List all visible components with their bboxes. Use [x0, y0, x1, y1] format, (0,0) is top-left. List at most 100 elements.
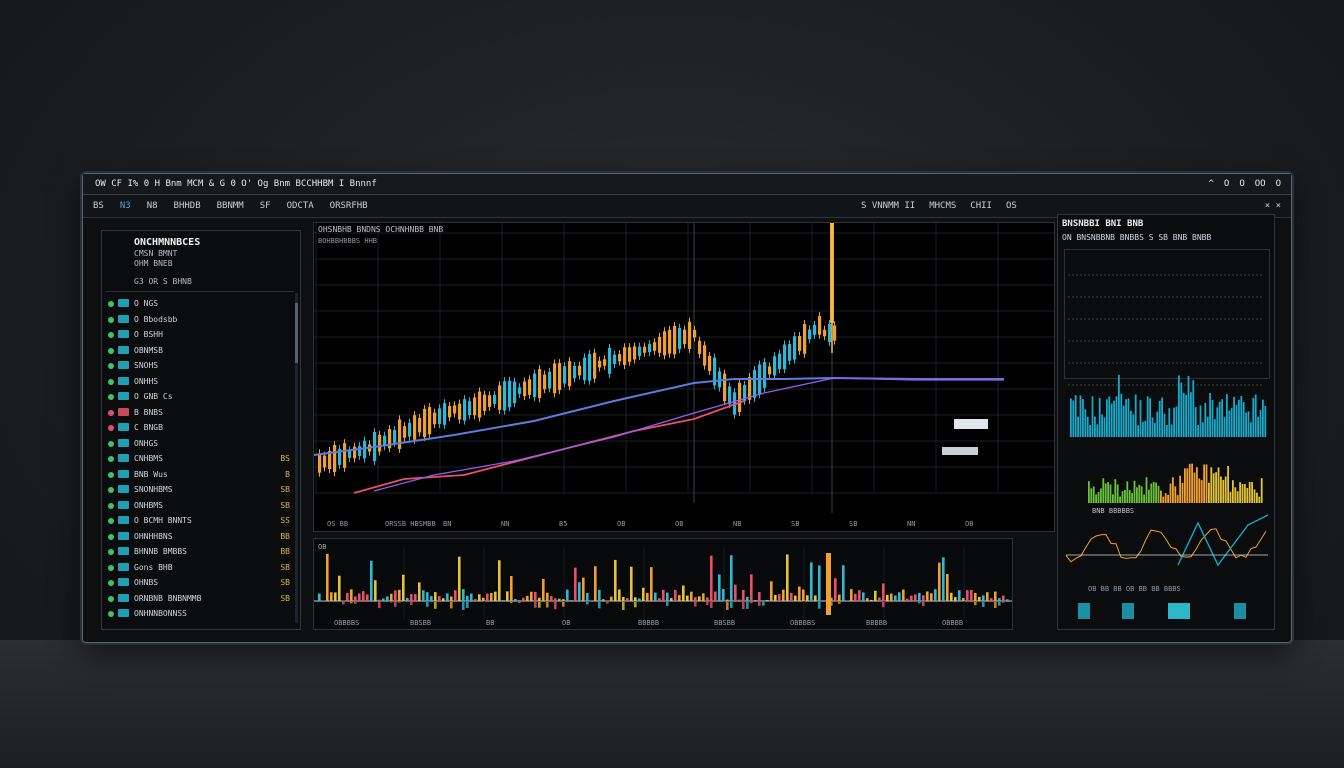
- candle: [443, 403, 447, 425]
- toolbar-button[interactable]: S VNNMM II: [861, 195, 915, 217]
- volume-bar: [634, 602, 637, 608]
- watchlist-row[interactable]: ONHNNBONNSS: [108, 607, 294, 620]
- candle: [488, 395, 492, 407]
- watchlist-row[interactable]: ONHHS: [108, 375, 294, 388]
- symbol-value: SB: [280, 593, 290, 603]
- candle: [538, 369, 542, 399]
- watchlist-row[interactable]: OHNHHBNS BB: [108, 530, 294, 543]
- close-icon[interactable]: O: [1276, 174, 1281, 194]
- toolbar-button[interactable]: MHCMS: [929, 195, 956, 217]
- watchlist-row[interactable]: B BNBS: [108, 406, 294, 419]
- watchlist-scrollbar[interactable]: [295, 293, 298, 623]
- volume-bar: [914, 594, 917, 601]
- status-dot-icon: [108, 332, 114, 338]
- spectrum-bar: [1190, 392, 1192, 437]
- volume-bar: [730, 555, 733, 601]
- candle: [318, 453, 322, 473]
- toolbar-button[interactable]: BS: [93, 195, 104, 217]
- panel-toggle-button[interactable]: [1122, 603, 1134, 619]
- spectrum-bar: [1222, 479, 1225, 503]
- volume-bar: [642, 587, 645, 601]
- spectrum-bar: [1082, 399, 1084, 437]
- watchlist-row[interactable]: O BCMH BNNTS SS: [108, 514, 294, 527]
- watchlist-row[interactable]: ONHBMS SB: [108, 499, 294, 512]
- panel-toggle-button[interactable]: [1234, 603, 1246, 619]
- status-dot-icon: [108, 409, 114, 416]
- spectrum-bar: [1247, 411, 1250, 437]
- volume-bar: [974, 602, 977, 606]
- volume-chart[interactable]: [314, 539, 1012, 629]
- watchlist-row[interactable]: C BNGB: [108, 421, 294, 434]
- symbol-tag-icon: [118, 407, 129, 416]
- volume-bar: [374, 580, 377, 601]
- record-icon[interactable]: O: [1239, 174, 1244, 194]
- candle: [558, 363, 562, 391]
- toolbar-button[interactable]: N8: [147, 195, 158, 217]
- watchlist-row[interactable]: BNB Wus B: [108, 468, 294, 481]
- watchlist-row[interactable]: SNOHS: [108, 359, 294, 372]
- volume-header: OB: [318, 543, 327, 551]
- toolbar-button[interactable]: ORSRFHB: [330, 195, 368, 217]
- status-dot-icon: [108, 394, 114, 400]
- volume-bar: [562, 602, 565, 607]
- minimize-icon[interactable]: ^: [1208, 174, 1213, 194]
- volume-bar: [758, 591, 761, 601]
- watchlist-row[interactable]: O NGS: [108, 297, 294, 310]
- watchlist-row[interactable]: BHNNB BMBBS BB: [108, 545, 294, 558]
- candle: [728, 386, 732, 405]
- watchlist-row[interactable]: O BSHH: [108, 328, 294, 341]
- volume-bar: [430, 596, 433, 601]
- spectrum-bar: [1185, 394, 1187, 437]
- toolbar-button[interactable]: SF: [260, 195, 271, 217]
- volume-panel[interactable]: OB OBBBBS BBSBB BB OB BBBBB BBSBB OBBBBS BBBBB O…: [313, 538, 1013, 630]
- settings-icon[interactable]: OO: [1255, 174, 1266, 194]
- watchlist-row[interactable]: ORNBNB BNBNMMB SB: [108, 592, 294, 605]
- volume-bar: [586, 602, 589, 605]
- analytics-label: BNB BBBBBS: [1092, 507, 1135, 515]
- spectrum-bar: [1227, 466, 1229, 503]
- watchlist-row[interactable]: OHNBS SB: [108, 576, 294, 589]
- watchlist-row[interactable]: OBNMSB: [108, 344, 294, 357]
- symbol-name: ONHGS: [134, 438, 159, 448]
- watchlist-row[interactable]: SNONHBMS SB: [108, 483, 294, 496]
- volume-bar: [666, 602, 669, 606]
- spectrum-bar: [1156, 411, 1159, 437]
- volume-bar: [598, 589, 601, 601]
- candle: [653, 342, 657, 351]
- candle: [778, 353, 782, 370]
- spectrum-bar: [1116, 484, 1119, 503]
- restore-icon[interactable]: O: [1224, 174, 1229, 194]
- spectrum-bar: [1102, 478, 1105, 503]
- candle: [528, 379, 532, 395]
- toolbar-button[interactable]: ODCTA: [287, 195, 314, 217]
- watchlist-row[interactable]: CNHBMS BS: [108, 452, 294, 465]
- candle: [358, 446, 362, 456]
- spectrum-bar: [1157, 485, 1160, 503]
- candlestick-chart[interactable]: [314, 223, 1054, 531]
- spectrum-bar: [1149, 398, 1151, 437]
- spectrum-bar: [1133, 480, 1136, 503]
- watchlist-row[interactable]: Gons BHB SB: [108, 561, 294, 574]
- panel-toggle-button[interactable]: [1078, 603, 1090, 619]
- candle: [563, 366, 567, 384]
- volume-bar: [746, 596, 749, 601]
- symbol-tag-icon: [118, 330, 129, 338]
- candle: [678, 327, 682, 350]
- volume-bar: [378, 599, 381, 601]
- watchlist-row[interactable]: O Bbodsbb: [108, 313, 294, 326]
- candle: [568, 361, 572, 387]
- toolbar-button[interactable]: BBNMM: [217, 195, 244, 217]
- symbol-value: BB: [280, 547, 290, 556]
- watchlist-row[interactable]: ONHGS: [108, 437, 294, 450]
- toolbar-button[interactable]: BHHDB: [174, 195, 201, 217]
- candle: [773, 356, 777, 376]
- spectrum-bar: [1166, 424, 1168, 437]
- toolbar-button[interactable]: CHII: [970, 195, 992, 217]
- toolbar-button[interactable]: N3: [120, 195, 131, 217]
- watchlist-row[interactable]: O GNB Cs: [108, 390, 294, 403]
- toolbar-button[interactable]: OS: [1006, 195, 1017, 217]
- analytics-charts[interactable]: [1058, 215, 1274, 629]
- price-chart[interactable]: OHSNBHB BNDNS OCHNHNBB BNB BOHBBHBBBS HH…: [313, 222, 1055, 532]
- panel-toggle-button[interactable]: [1168, 603, 1190, 619]
- spectrum-bar: [1199, 405, 1202, 437]
